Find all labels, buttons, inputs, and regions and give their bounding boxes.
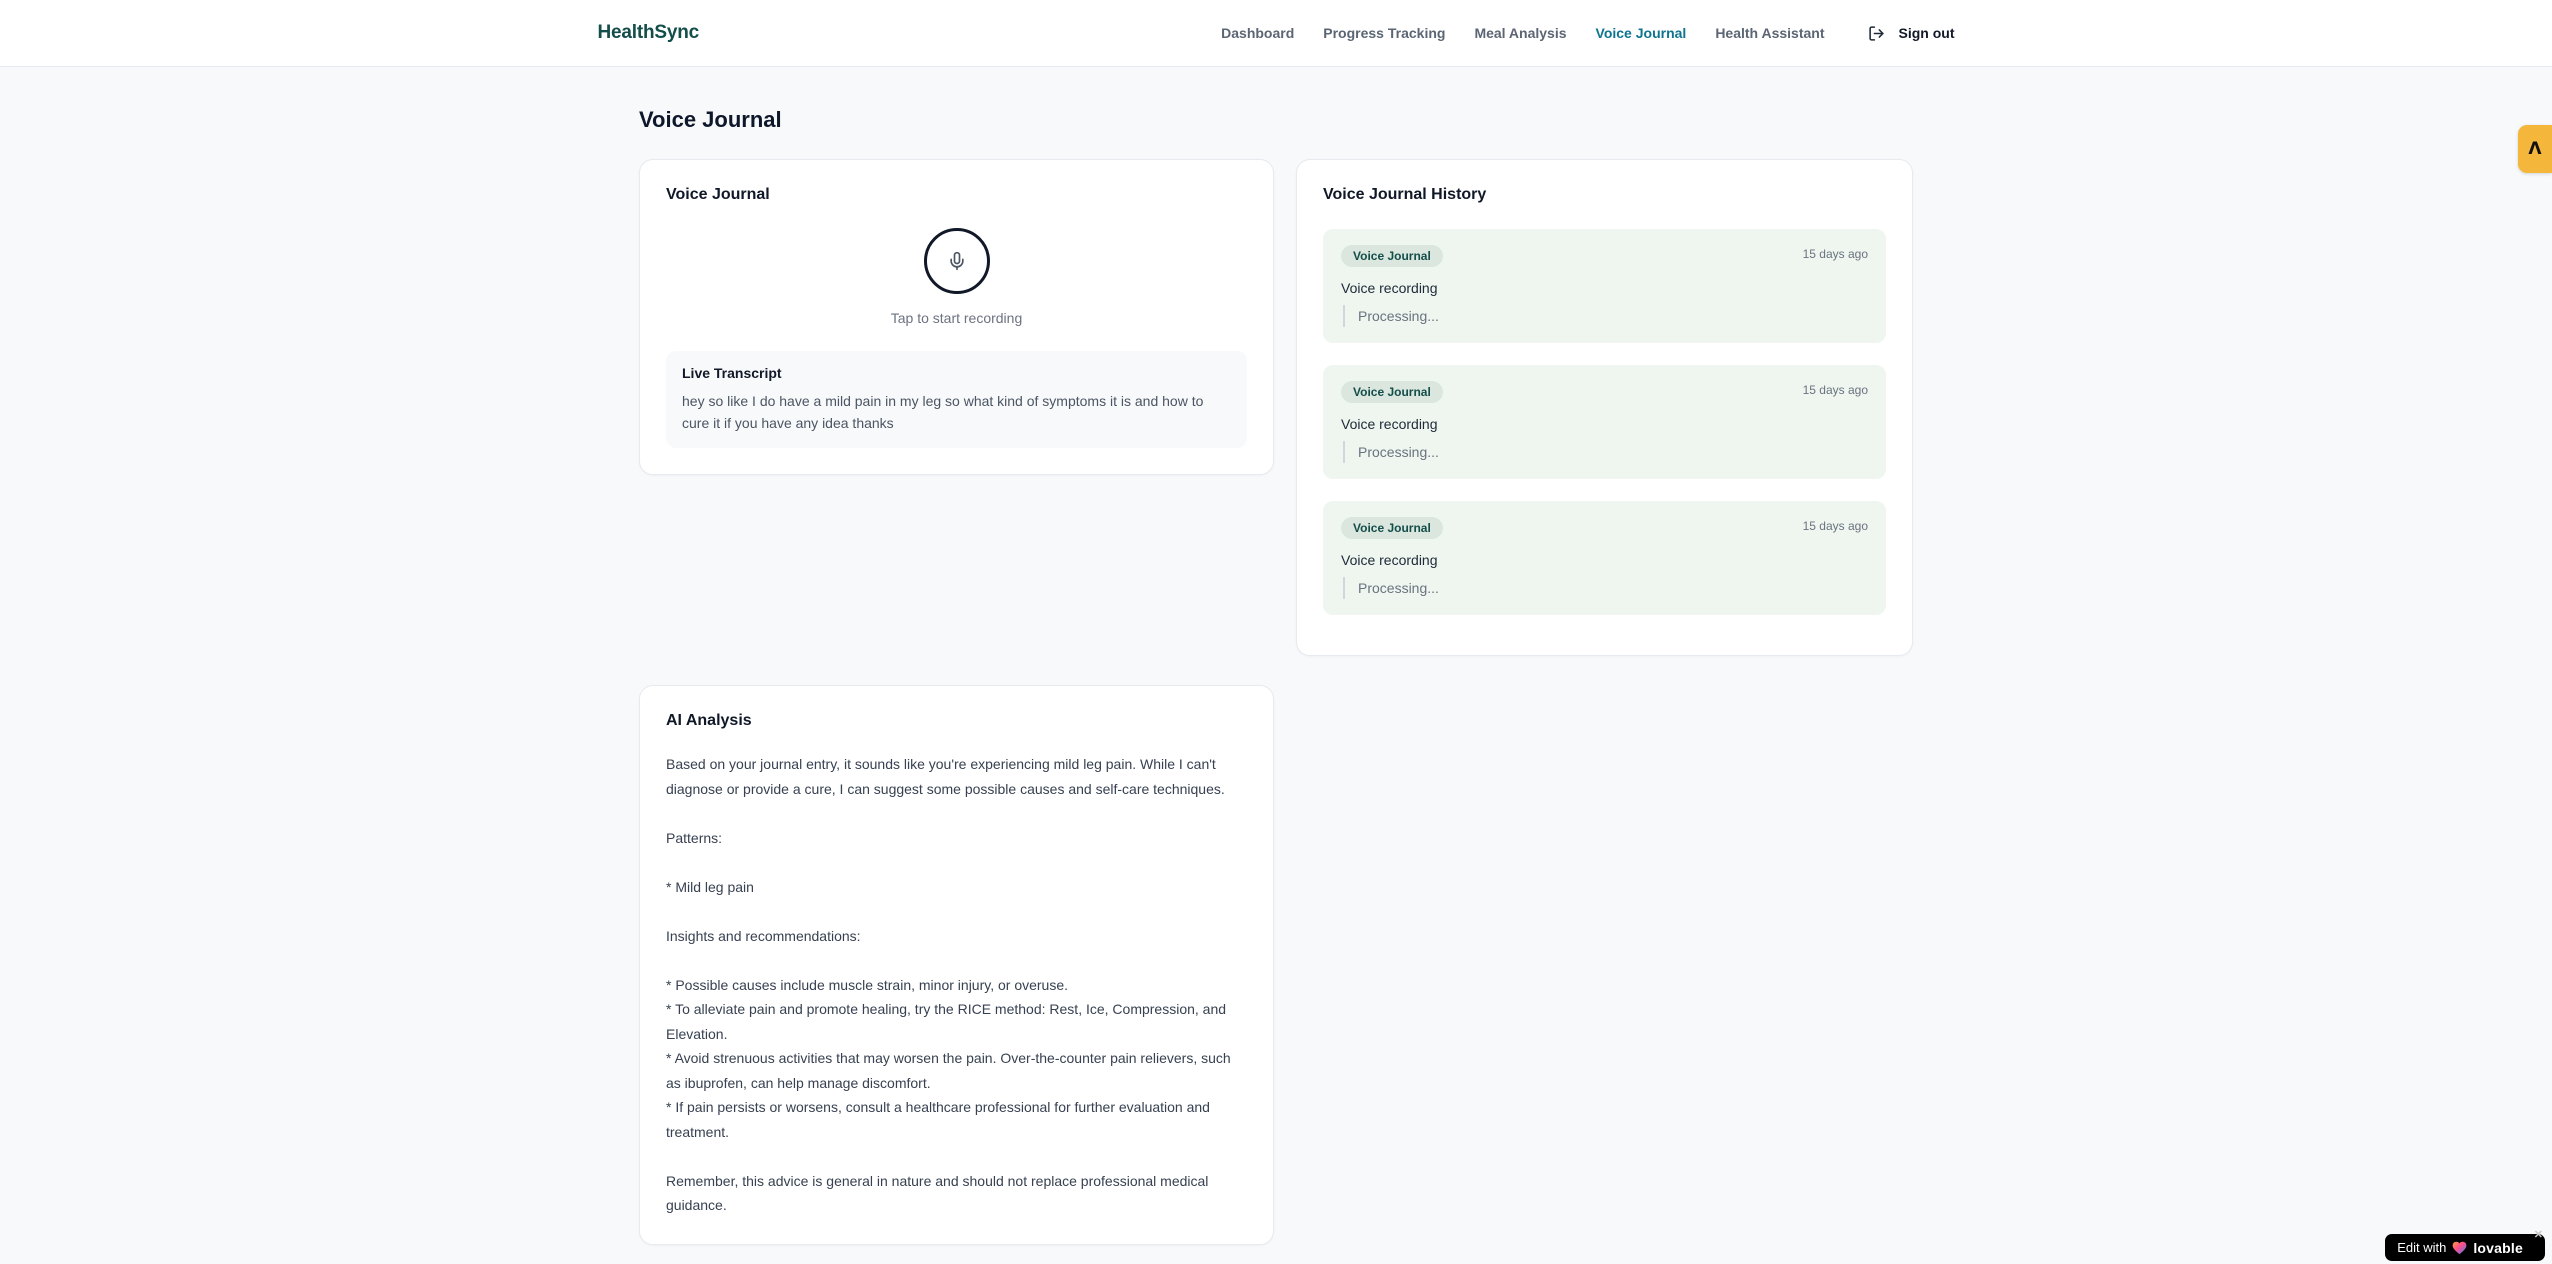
history-entry[interactable]: Voice Journal 15 days ago Voice recordin… [1323, 501, 1886, 615]
sign-out-label: Sign out [1898, 25, 1955, 41]
history-list: Voice Journal 15 days ago Voice recordin… [1323, 229, 1886, 615]
log-out-icon [1868, 25, 1884, 41]
nav-item-voice-journal[interactable]: Voice Journal [1596, 25, 1687, 41]
entry-type-badge: Voice Journal [1341, 517, 1443, 539]
history-entry[interactable]: Voice Journal 15 days ago Voice recordin… [1323, 365, 1886, 479]
sign-out-button[interactable]: Sign out [1868, 25, 1955, 42]
lovable-wordmark: lovable [2473, 1239, 2523, 1256]
entry-title: Voice recording [1341, 416, 1438, 432]
entry-processing-status: Processing... [1343, 577, 1868, 599]
entry-timestamp: 15 days ago [1802, 383, 1868, 397]
entry-type-badge: Voice Journal [1341, 381, 1443, 403]
nav-item-health-assistant[interactable]: Health Assistant [1715, 25, 1824, 41]
nav-item-meal-analysis[interactable]: Meal Analysis [1474, 25, 1566, 41]
entry-processing-status: Processing... [1343, 305, 1868, 327]
entry-title: Voice recording [1341, 280, 1438, 296]
tap-to-record-hint: Tap to start recording [890, 310, 1023, 326]
history-entry[interactable]: Voice Journal 15 days ago Voice recordin… [1323, 229, 1886, 343]
record-button[interactable] [923, 228, 990, 294]
lovable-mark-icon: Λ [2528, 138, 2542, 159]
entry-timestamp: 15 days ago [1802, 247, 1868, 261]
entry-type-badge: Voice Journal [1341, 245, 1443, 267]
voice-journal-history-card: Voice Journal History Voice Journal 15 d… [1296, 159, 1913, 656]
live-transcript-box: Live Transcript hey so like I do have a … [666, 351, 1247, 448]
edit-with-lovable-badge[interactable]: Edit with lovable ✕ [2385, 1230, 2545, 1261]
recorder-card-title: Voice Journal [666, 186, 770, 203]
lovable-side-tab[interactable]: Λ [2518, 125, 2552, 173]
history-card-title: Voice Journal History [1323, 186, 1487, 203]
gradient-heart-icon [2452, 1241, 2467, 1254]
entry-title: Voice recording [1341, 552, 1438, 568]
app-logo[interactable]: HealthSync [598, 22, 700, 44]
entry-processing-status: Processing... [1343, 441, 1868, 463]
ai-analysis-card: AI Analysis Based on your journal entry,… [639, 685, 1274, 1245]
nav-item-progress-tracking[interactable]: Progress Tracking [1323, 25, 1445, 41]
edit-badge-text: Edit with [2397, 1240, 2447, 1255]
top-navigation-bar: HealthSync Dashboard Progress Tracking M… [0, 0, 2552, 67]
analysis-card-title: AI Analysis [666, 712, 752, 729]
page-content: Voice Journal Voice Journal Tap to start… [639, 67, 1913, 1245]
microphone-icon [949, 251, 964, 271]
main-nav: Dashboard Progress Tracking Meal Analysi… [1221, 25, 1954, 42]
page-title: Voice Journal [639, 107, 782, 132]
close-icon[interactable]: ✕ [2534, 1230, 2543, 1241]
live-transcript-text: hey so like I do have a mild pain in my … [682, 393, 1204, 431]
entry-timestamp: 15 days ago [1802, 519, 1868, 533]
live-transcript-label: Live Transcript [682, 365, 782, 381]
ai-analysis-text: Based on your journal entry, it sounds l… [666, 756, 1231, 1213]
voice-recorder-card: Voice Journal Tap to start recording Liv… [639, 159, 1274, 475]
nav-item-dashboard[interactable]: Dashboard [1221, 25, 1294, 41]
